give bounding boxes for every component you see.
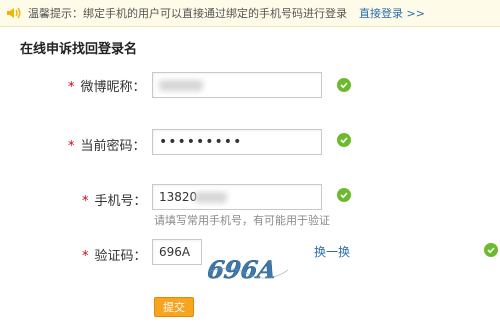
nickname-label-text: 微博昵称： [80,80,146,95]
page-title: 在线申诉找回登录名 [20,42,138,57]
password-value: ••••••••• [159,134,243,150]
required-mark: * [82,249,89,264]
phone-value: 13820 [159,190,198,204]
phone-hint: 请填写常用手机号，有可能用于验证 [154,214,330,227]
password-label: * 当前密码： [68,135,146,154]
valid-check-icon [337,78,351,92]
nickname-input[interactable] [152,72,322,98]
tip-text: 温馨提示：绑定手机的用户可以直接通过绑定的手机号码进行登录 [28,7,347,20]
password-label-text: 当前密码： [80,139,146,154]
direct-login-link[interactable]: 直接登录 >> [359,5,425,21]
valid-check-icon [337,133,351,147]
speaker-icon [6,6,22,20]
phone-label: * 手机号： [82,190,147,209]
redacted-value [159,80,203,91]
submit-button[interactable]: 提交 [154,297,194,317]
captcha-input[interactable]: 696A [152,239,202,265]
tip-bar: 温馨提示：绑定手机的用户可以直接通过绑定的手机号码进行登录 直接登录 >> [0,0,500,27]
redacted-value [195,192,227,203]
captcha-image: 696A [205,252,289,284]
required-mark: * [82,194,89,209]
valid-check-icon [337,188,351,202]
captcha-text: 696A [208,255,278,284]
refresh-captcha-link[interactable]: 换一换 [314,243,350,260]
captcha-value: 696A [159,245,191,259]
nickname-label: * 微博昵称： [68,76,146,95]
captcha-label: * 验证码： [82,245,147,264]
required-mark: * [68,139,75,154]
valid-check-icon [484,243,498,257]
phone-input[interactable]: 13820 [152,184,322,210]
phone-label-text: 手机号： [94,194,147,209]
required-mark: * [68,80,75,95]
captcha-label-text: 验证码： [94,249,147,264]
password-input[interactable]: ••••••••• [152,129,322,155]
